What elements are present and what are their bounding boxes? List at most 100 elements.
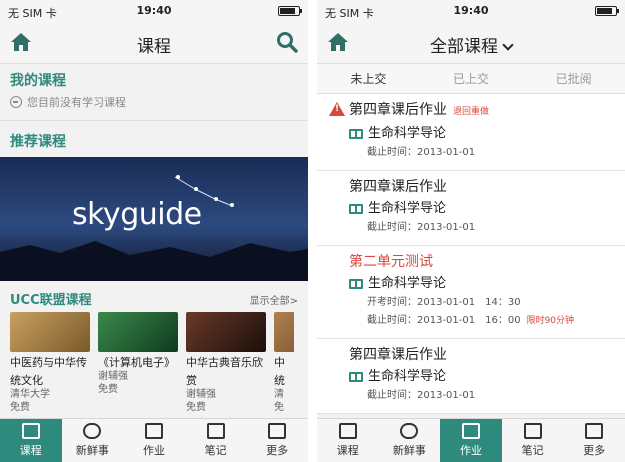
book-icon [349, 372, 363, 382]
star-icon [176, 175, 180, 179]
status-bar: 无 SIM 卡 19:40 [0, 0, 308, 22]
course-thumbnail [186, 312, 266, 352]
page-title: 全部课程 [430, 37, 498, 57]
course-name: 中 [274, 356, 285, 369]
tab-label: 新鲜事 [392, 444, 426, 457]
nav-bar: 课程 [0, 22, 308, 64]
tab-homework[interactable]: 作业 [440, 419, 502, 462]
course-name: 中华古典音乐欣 [186, 356, 263, 369]
page-title: 课程 [137, 37, 171, 57]
course-name: 赏 [186, 374, 197, 387]
tab-label: 新鲜事 [75, 444, 109, 457]
course-name: 统 [274, 374, 285, 387]
more-icon [585, 423, 604, 439]
homework-screen: 无 SIM 卡 19:40 全部课程 未上交 已上交 已批阅 第四章课后作业退回… [317, 0, 625, 462]
edit-icon [461, 423, 480, 439]
tab-label: 笔记 [204, 444, 227, 457]
minus-circle-icon [10, 96, 22, 108]
book-icon [338, 423, 357, 439]
course-name: 生命科学导论 [368, 369, 447, 384]
screenshot-stage: 无 SIM 卡 19:40 课程 我的课程 您目前没有学习课程 推荐课程 sky… [0, 0, 625, 462]
start-time: 开考时间：2013-01-01 14：30 [367, 297, 521, 308]
course-card[interactable]: 中华古典音乐欣 赏 谢辅强 免费 [186, 312, 266, 414]
course-price: 免费 [98, 384, 118, 395]
chat-bubble-icon [400, 423, 419, 439]
star-icon [194, 187, 198, 191]
deadline: 截止时间：2013-01-01 16：00 [367, 315, 521, 326]
tab-homework[interactable]: 作业 [123, 419, 185, 462]
notebook-icon [206, 423, 225, 439]
course-name: 生命科学导论 [368, 126, 447, 141]
notebook-icon [523, 423, 542, 439]
course-thumbnail [274, 312, 294, 352]
status-segmented-control: 未上交 已上交 已批阅 [317, 64, 625, 94]
tab-label: 课程 [19, 444, 42, 457]
course-name: 中医药与中华传 [10, 356, 87, 369]
tab-courses[interactable]: 课程 [0, 419, 62, 462]
star-icon [214, 197, 218, 201]
tab-label: 更多 [266, 444, 289, 457]
homework-title-row: 第四章课后作业 退回重做 [349, 100, 613, 122]
course-author: 谢辅强 [186, 389, 216, 400]
divider [0, 120, 308, 121]
course-name: 生命科学导论 [368, 201, 447, 216]
course-price: 免费 [10, 402, 30, 413]
homework-title: 第四章课后作业 [349, 179, 447, 195]
chat-bubble-icon [83, 423, 102, 439]
course-row: 生命科学导论 [349, 199, 613, 219]
course-name: 统文化 [10, 374, 43, 387]
course-name: 《计算机电子》 [98, 356, 175, 369]
ucc-header: UCC联盟课程 显示全部> [0, 281, 308, 312]
tab-news[interactable]: 新鲜事 [62, 419, 124, 462]
course-author: 清华大学 [10, 389, 50, 400]
course-price: 免费 [186, 402, 206, 413]
homework-item[interactable]: 第四章课后作业 生命科学导论 截止时间：2013-01-01 [317, 171, 625, 246]
empty-notice: 您目前没有学习课程 [0, 92, 308, 116]
search-icon[interactable] [276, 31, 298, 53]
skyguide-banner[interactable]: skyguide [0, 157, 308, 281]
tab-notes[interactable]: 笔记 [185, 419, 247, 462]
tab-courses[interactable]: 课程 [317, 419, 379, 462]
segment-graded[interactable]: 已批阅 [522, 64, 625, 93]
tab-news[interactable]: 新鲜事 [379, 419, 441, 462]
tab-more[interactable]: 更多 [563, 419, 625, 462]
tab-label: 笔记 [521, 444, 544, 457]
course-card[interactable]: 《计算机电子》 谢辅强 免费 [98, 312, 178, 414]
star-icon [230, 203, 234, 207]
homework-item[interactable]: 第四章课后作业退回重做 生命科学导论 截止时间：2013-01-01 [317, 94, 625, 171]
tab-notes[interactable]: 笔记 [502, 419, 564, 462]
course-card[interactable]: 中医药与中华传 统文化 清华大学 免费 [10, 312, 90, 414]
tab-label: 作业 [459, 444, 482, 457]
deadline: 截止时间：2013-01-01 [367, 222, 476, 233]
homework-item[interactable]: 第二单元测试 生命科学导论 开考时间：2013-01-01 14：30 截止时间… [317, 246, 625, 339]
battery-icon [595, 6, 619, 16]
homework-title: 第四章课后作业 [349, 102, 447, 118]
tab-more[interactable]: 更多 [246, 419, 308, 462]
show-all-link[interactable]: 显示全部> [250, 292, 298, 307]
course-name: 生命科学导论 [368, 276, 447, 291]
status-bar: 无 SIM 卡 19:40 [317, 0, 625, 22]
segment-submitted[interactable]: 已上交 [420, 64, 523, 93]
segment-not-submitted[interactable]: 未上交 [317, 64, 420, 93]
time-limit-tag: 限时90分钟 [526, 316, 575, 326]
exam-title: 第二单元测试 [349, 254, 433, 270]
course-filter-dropdown[interactable]: 全部课程 [317, 32, 625, 57]
course-author: 谢辅强 [98, 371, 128, 382]
edit-icon [144, 423, 163, 439]
homework-item[interactable]: 第四章课后作业 生命科学导论 截止时间：2013-01-01 [317, 339, 625, 414]
book-icon [349, 279, 363, 289]
clock: 19:40 [136, 4, 172, 17]
empty-notice-text: 您目前没有学习课程 [27, 96, 126, 109]
chevron-down-icon [502, 39, 514, 51]
book-icon [21, 423, 40, 439]
course-thumbnail [10, 312, 90, 352]
course-row: 生命科学导论 [349, 124, 613, 144]
course-card[interactable]: 中 统 清 免 [274, 312, 294, 414]
more-icon [268, 423, 287, 439]
my-courses-title: 我的课程 [10, 73, 66, 89]
tab-label: 课程 [336, 444, 359, 457]
tab-bar: 课程 新鲜事 作业 笔记 更多 [0, 418, 308, 462]
redo-tag: 退回重做 [453, 107, 490, 117]
book-icon [349, 204, 363, 214]
book-icon [349, 129, 363, 139]
